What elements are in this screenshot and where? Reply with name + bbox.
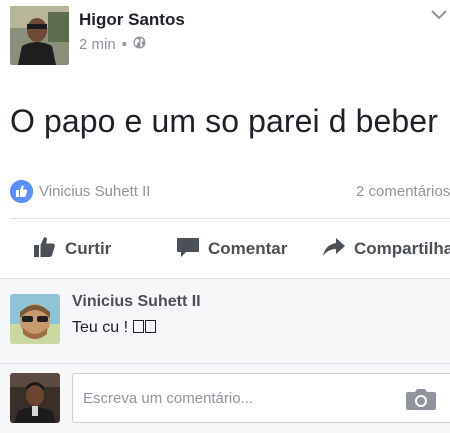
commenter-avatar[interactable] [10, 294, 60, 344]
author-avatar[interactable] [10, 6, 69, 65]
author-name[interactable]: Higor Santos [79, 10, 185, 30]
post-time[interactable]: 2 min [79, 36, 116, 53]
comment-button[interactable]: Comentar [176, 222, 287, 276]
like-label: Curtir [65, 239, 112, 258]
comment-input[interactable] [83, 374, 383, 422]
comments-section: Vinicius Suhett II Teu cu ! [0, 278, 450, 433]
like-icon [10, 180, 33, 203]
post-meta: 2 min • [79, 36, 146, 53]
camera-icon[interactable] [405, 387, 437, 411]
my-avatar[interactable] [10, 373, 60, 423]
reactions-bar[interactable]: Vinicius Suhett II 2 comentários [0, 172, 450, 212]
post-text: O papo e um so parei d beber [10, 103, 438, 139]
share-button[interactable]: Compartilhar [322, 222, 450, 276]
speech-bubble-icon [176, 235, 200, 264]
globe-icon[interactable] [133, 36, 146, 53]
thumbs-up-icon [33, 235, 57, 264]
comment-composer[interactable] [72, 373, 450, 423]
comment-text: Teu cu ! [72, 319, 157, 337]
reactor-name[interactable]: Vinicius Suhett II [39, 183, 150, 200]
divider [10, 218, 450, 219]
commenter-name[interactable]: Vinicius Suhett II [72, 293, 201, 311]
comment-count[interactable]: 2 comentários [356, 183, 450, 200]
divider [0, 363, 450, 364]
like-button[interactable]: Curtir [33, 222, 111, 276]
share-label: Compartilhar [354, 239, 450, 258]
meta-separator: • [121, 36, 127, 53]
missing-glyph-icon [133, 320, 145, 333]
comment-label: Comentar [208, 239, 288, 258]
post-header: Higor Santos 2 min • [0, 0, 450, 80]
chevron-down-icon[interactable] [428, 8, 450, 22]
comment-body: Teu cu ! [72, 319, 133, 336]
share-arrow-icon [322, 235, 346, 264]
action-bar: Curtir Comentar Compartilhar [0, 222, 450, 276]
missing-glyph-icon [145, 320, 157, 333]
